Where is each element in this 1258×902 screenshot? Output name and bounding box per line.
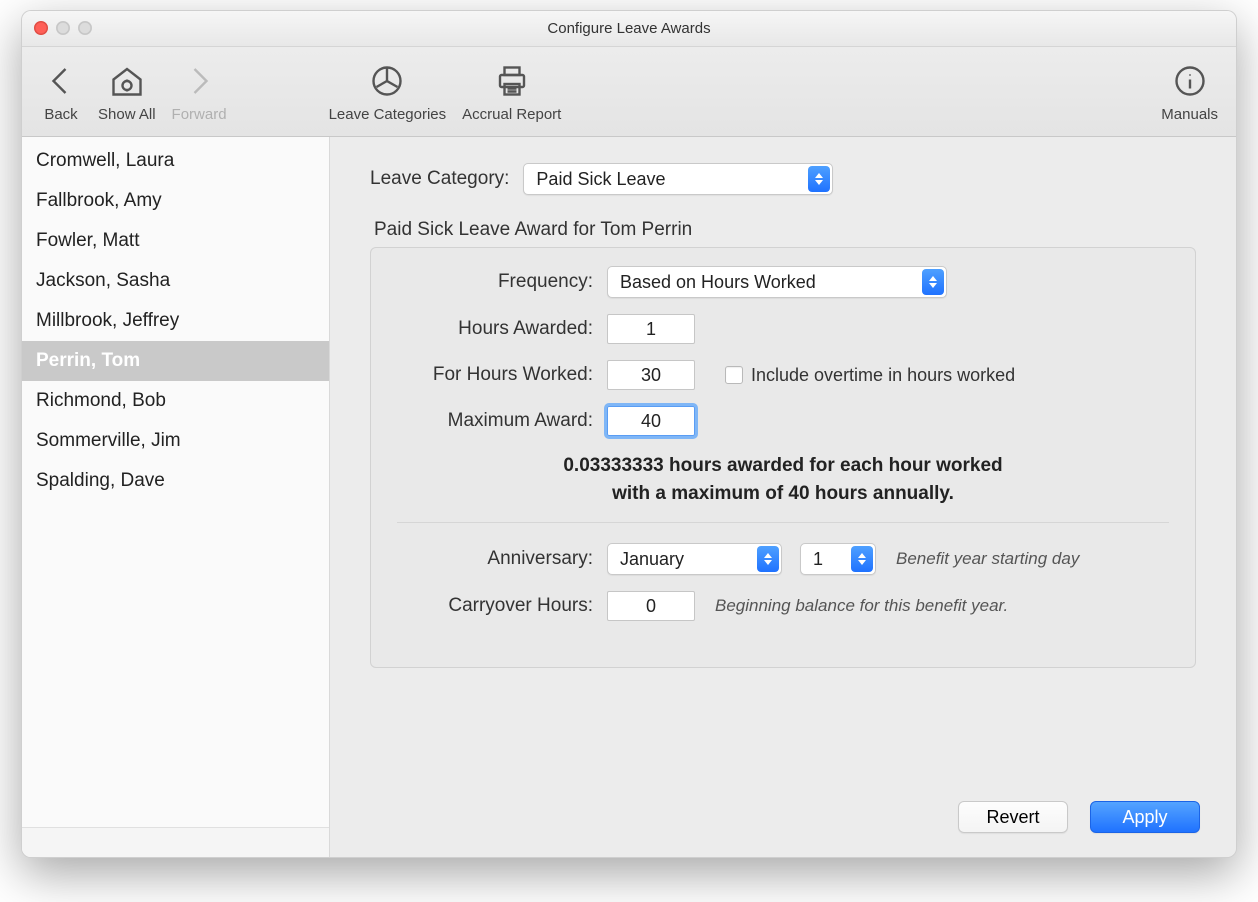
maximum-award-input[interactable] <box>607 406 695 436</box>
configure-leave-awards-window: Configure Leave Awards Back Show All For… <box>21 10 1237 858</box>
carryover-hint: Beginning balance for this benefit year. <box>715 596 1008 616</box>
hours-awarded-input[interactable] <box>607 314 695 344</box>
divider <box>397 522 1169 523</box>
revert-button[interactable]: Revert <box>958 801 1068 833</box>
employee-sidebar: Cromwell, LauraFallbrook, AmyFowler, Mat… <box>22 137 330 857</box>
leave-categories-button[interactable]: Leave Categories <box>329 60 447 123</box>
select-arrows-icon <box>922 269 944 295</box>
chevron-right-icon <box>178 60 220 102</box>
for-hours-worked-label: For Hours Worked: <box>397 364 607 386</box>
anniversary-day-value: 1 <box>813 549 823 570</box>
frequency-label: Frequency: <box>397 271 607 293</box>
award-group-title: Paid Sick Leave Award for Tom Perrin <box>374 219 1196 241</box>
carryover-hours-label: Carryover Hours: <box>397 595 607 617</box>
award-group: Frequency: Based on Hours Worked Hours A… <box>370 247 1196 668</box>
hours-awarded-label: Hours Awarded: <box>397 318 607 340</box>
sidebar-item-employee[interactable]: Millbrook, Jeffrey <box>22 301 329 341</box>
window-controls <box>34 21 92 35</box>
anniversary-label: Anniversary: <box>397 548 607 570</box>
sidebar-item-employee[interactable]: Spalding, Dave <box>22 461 329 501</box>
sidebar-item-employee[interactable]: Sommerville, Jim <box>22 421 329 461</box>
manuals-button[interactable]: Manuals <box>1161 60 1218 123</box>
frequency-select[interactable]: Based on Hours Worked <box>607 266 947 298</box>
leave-category-select[interactable]: Paid Sick Leave <box>523 163 833 195</box>
chevron-left-icon <box>40 60 82 102</box>
window-title: Configure Leave Awards <box>547 20 710 37</box>
accrual-report-button[interactable]: Accrual Report <box>462 60 561 123</box>
leave-category-value: Paid Sick Leave <box>536 169 665 190</box>
main-panel: Leave Category: Paid Sick Leave Paid Sic… <box>330 137 1236 857</box>
sidebar-item-employee[interactable]: Cromwell, Laura <box>22 141 329 181</box>
carryover-hours-input[interactable] <box>607 591 695 621</box>
sidebar-item-employee[interactable]: Jackson, Sasha <box>22 261 329 301</box>
close-window-button[interactable] <box>34 21 48 35</box>
award-summary: 0.03333333 hours awarded for each hour w… <box>397 452 1169 508</box>
home-gear-icon <box>106 60 148 102</box>
printer-icon <box>491 60 533 102</box>
minimize-window-button[interactable] <box>56 21 70 35</box>
frequency-value: Based on Hours Worked <box>620 272 816 293</box>
employee-list[interactable]: Cromwell, LauraFallbrook, AmyFowler, Mat… <box>22 137 329 827</box>
sidebar-footer <box>22 827 329 857</box>
leave-category-label: Leave Category: <box>370 168 509 190</box>
select-arrows-icon <box>808 166 830 192</box>
sidebar-item-employee[interactable]: Fowler, Matt <box>22 221 329 261</box>
toolbar: Back Show All Forward Leave Cate <box>22 47 1236 137</box>
apply-button[interactable]: Apply <box>1090 801 1200 833</box>
for-hours-worked-input[interactable] <box>607 360 695 390</box>
forward-button: Forward <box>172 60 227 123</box>
anniversary-hint: Benefit year starting day <box>896 549 1079 569</box>
back-button[interactable]: Back <box>40 60 82 123</box>
select-arrows-icon <box>757 546 779 572</box>
sidebar-item-employee[interactable]: Fallbrook, Amy <box>22 181 329 221</box>
select-arrows-icon <box>851 546 873 572</box>
info-icon <box>1169 60 1211 102</box>
titlebar: Configure Leave Awards <box>22 11 1236 47</box>
anniversary-day-select[interactable]: 1 <box>800 543 876 575</box>
include-overtime-checkbox[interactable] <box>725 366 743 384</box>
anniversary-month-value: January <box>620 549 684 570</box>
include-overtime-label: Include overtime in hours worked <box>751 365 1015 386</box>
anniversary-month-select[interactable]: January <box>607 543 782 575</box>
show-all-button[interactable]: Show All <box>98 60 156 123</box>
maximum-award-label: Maximum Award: <box>397 410 607 432</box>
pie-chart-icon <box>366 60 408 102</box>
sidebar-item-employee[interactable]: Perrin, Tom <box>22 341 329 381</box>
sidebar-item-employee[interactable]: Richmond, Bob <box>22 381 329 421</box>
zoom-window-button[interactable] <box>78 21 92 35</box>
